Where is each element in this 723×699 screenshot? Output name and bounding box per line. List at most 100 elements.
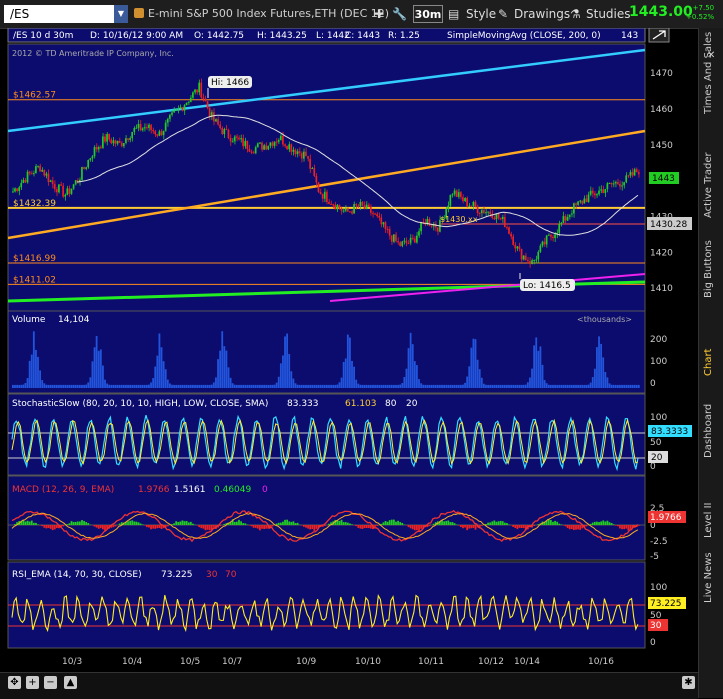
candle-body xyxy=(48,174,50,182)
volume-bar xyxy=(58,385,60,388)
side-tab-times-and-sales[interactable]: Times And Sales xyxy=(703,32,714,114)
studies-button[interactable]: Studies xyxy=(586,5,631,23)
pan-icon[interactable]: ✥ xyxy=(8,676,21,689)
macd-hist-bar xyxy=(410,525,412,528)
style-icon[interactable]: ▤ xyxy=(448,5,459,23)
volume-bar xyxy=(336,385,338,388)
studies-icon[interactable]: ⚗ xyxy=(570,5,581,23)
volume-bar xyxy=(284,336,286,388)
candle-body xyxy=(460,192,462,197)
volume-bar xyxy=(368,385,370,388)
timeframe-selector[interactable]: 30m xyxy=(413,5,443,23)
macd-hist-bar xyxy=(556,522,558,525)
candle-body xyxy=(569,215,571,217)
time-axis: 10/310/410/510/710/910/1010/1110/1210/14… xyxy=(62,657,614,667)
style-button[interactable]: Style xyxy=(466,5,496,23)
macd-hist-bar xyxy=(613,524,615,525)
candle-body xyxy=(255,147,257,153)
macd-hist-bar xyxy=(115,525,117,526)
drawings-button[interactable]: Drawings xyxy=(514,5,570,23)
lo-label: Lo: 1416.5 xyxy=(523,281,571,291)
side-tab-active-trader[interactable]: Active Trader xyxy=(703,152,714,218)
volume-bar xyxy=(226,351,228,388)
macd-hist-bar xyxy=(52,525,54,530)
candle-body xyxy=(100,147,102,148)
volume-bar xyxy=(207,385,209,388)
chart-area[interactable]: /ES 10 d 30m D: 10/16/12 9:00 AM O: 1442… xyxy=(0,28,698,672)
reset-icon[interactable]: ▲ xyxy=(64,676,77,689)
candle-body xyxy=(108,134,110,140)
current-price-badge-text: 1443 xyxy=(652,174,675,184)
volume-bar xyxy=(339,382,341,388)
candle-body xyxy=(341,208,343,210)
instrument-icon xyxy=(134,8,144,18)
side-tab-chart[interactable]: Chart xyxy=(703,349,714,376)
side-tab-dashboard[interactable]: Dashboard xyxy=(703,404,714,458)
side-tab-big-buttons[interactable]: Big Buttons xyxy=(703,240,714,298)
symbol-dropdown-button[interactable]: ▼ xyxy=(114,5,128,23)
mid-level-label: $1430.xx xyxy=(440,215,478,224)
macd-hist-bar xyxy=(316,525,318,529)
price-tick-label: 1450 xyxy=(650,141,673,151)
macd-hist-bar xyxy=(558,524,560,525)
candle-body xyxy=(630,172,632,176)
volume-bar xyxy=(194,385,196,388)
candle-body xyxy=(92,156,94,158)
candle-body xyxy=(636,169,638,172)
sma-badge-text: 1430.28 xyxy=(650,220,687,230)
volume-bar xyxy=(565,385,567,388)
settings-icon[interactable]: ✱ xyxy=(682,676,695,689)
macd-hist-bar xyxy=(567,525,569,528)
drawings-icon[interactable]: ✎ xyxy=(498,5,508,23)
macd-hist-bar xyxy=(420,525,422,529)
volume-bar xyxy=(506,385,508,388)
volume-bar xyxy=(257,385,259,388)
symbol-input[interactable]: /ES xyxy=(4,5,126,23)
candle-body xyxy=(238,138,240,140)
volume-bar xyxy=(418,379,420,388)
macd-hist-bar xyxy=(414,525,416,530)
study-name: SimpleMovingAvg (CLOSE, 200, 0) xyxy=(447,31,601,41)
bar-close: C: 1443 xyxy=(345,31,380,41)
crosshair-icon[interactable]: ✚ xyxy=(374,5,384,23)
candle-body xyxy=(98,147,100,149)
candle-body xyxy=(64,195,66,197)
volume-bar xyxy=(79,385,81,388)
macd-hist-bar xyxy=(167,525,169,526)
side-tab-level-ii[interactable]: Level II xyxy=(703,503,714,538)
candle-body xyxy=(205,99,207,102)
volume-bar xyxy=(98,351,100,388)
candle-body xyxy=(613,183,615,184)
volume-bar xyxy=(414,361,416,388)
candle-body xyxy=(504,217,506,227)
macd-hist-bar xyxy=(565,525,567,526)
macd-hist-bar xyxy=(357,525,359,528)
candle-body xyxy=(290,144,292,151)
macd-hist-bar xyxy=(284,520,286,525)
volume-bar xyxy=(634,385,636,388)
volume-bar xyxy=(429,385,431,388)
zoom-in-icon[interactable]: + xyxy=(26,676,39,689)
volume-bar xyxy=(173,385,175,388)
macd-hist-bar xyxy=(87,523,89,525)
volume-bar xyxy=(426,385,428,388)
candle-body xyxy=(182,107,184,110)
volume-bar xyxy=(20,385,22,388)
volume-bar xyxy=(376,385,378,388)
candle-body xyxy=(171,112,173,114)
volume-bar xyxy=(29,361,31,388)
side-tab-live-news[interactable]: Live News xyxy=(703,552,714,603)
candle-body xyxy=(121,143,123,146)
macd-hist-bar xyxy=(56,525,58,528)
stoch-axis: 100500 xyxy=(650,413,667,472)
volume-bar xyxy=(108,385,110,388)
candle-body xyxy=(136,128,138,129)
zoom-out-icon[interactable]: − xyxy=(44,676,57,689)
volume-bar xyxy=(211,385,213,388)
macd-hist-bar xyxy=(179,521,181,525)
macd-hist-bar xyxy=(154,525,156,529)
volume-bar xyxy=(516,385,518,388)
candle-body xyxy=(571,213,573,214)
wrench-icon[interactable]: 🔧 xyxy=(392,5,407,23)
volume-bar xyxy=(196,385,198,388)
